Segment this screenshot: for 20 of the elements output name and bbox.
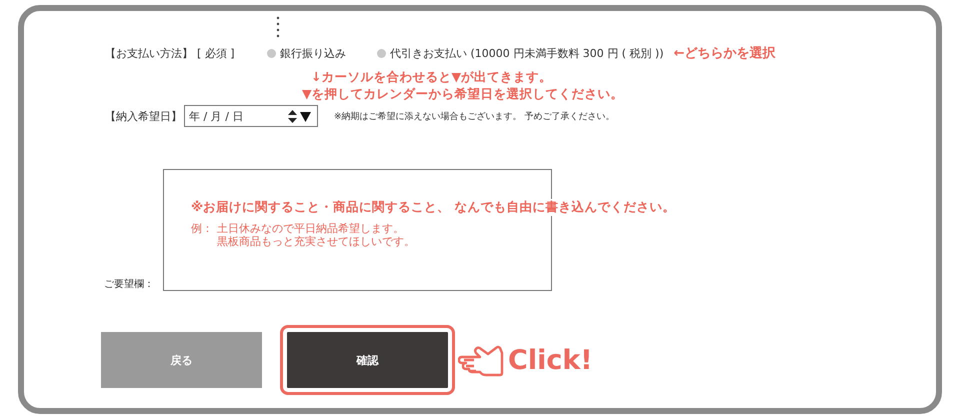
instruction-text: ↓カーソルを合わせると▼が出てきます。 (311, 68, 554, 85)
dropdown-icon (300, 111, 311, 122)
example-text: 土日休みなので平日納品希望します。 (217, 222, 405, 235)
payment-hint: ←どちらかを選択 (674, 45, 776, 62)
spinner-icon (288, 110, 297, 123)
delivery-note: ※納期はご希望に添えない場合もございます。 予めご了承ください。 (334, 110, 614, 122)
payment-label: 【お支払い方法】 (105, 46, 193, 60)
ellipsis-icon (276, 16, 280, 38)
payment-option[interactable]: 銀行振り込み (267, 46, 377, 60)
pointing-hand-icon (458, 343, 504, 377)
requests-label: ご要望欄： (104, 278, 155, 291)
instruction-text: ▼を押してカレンダーから希望日を選択してください。 (302, 85, 625, 102)
example-label: 例： (191, 222, 214, 237)
example-text: 黒板商品もっと充実させてほしいです。 (217, 235, 415, 248)
delivery-date-label: 【納入希望日】 (105, 108, 182, 124)
date-field[interactable]: 年 / 月 / 日 (184, 105, 318, 127)
click-label: Click! (508, 344, 593, 376)
payment-option[interactable]: 代引きお支払い (10000 円未満手数料 300 円 ( 税別 )) (377, 46, 664, 60)
required-label: [ 必須 ] (197, 46, 236, 60)
confirm-button[interactable]: 確認 (287, 332, 448, 388)
